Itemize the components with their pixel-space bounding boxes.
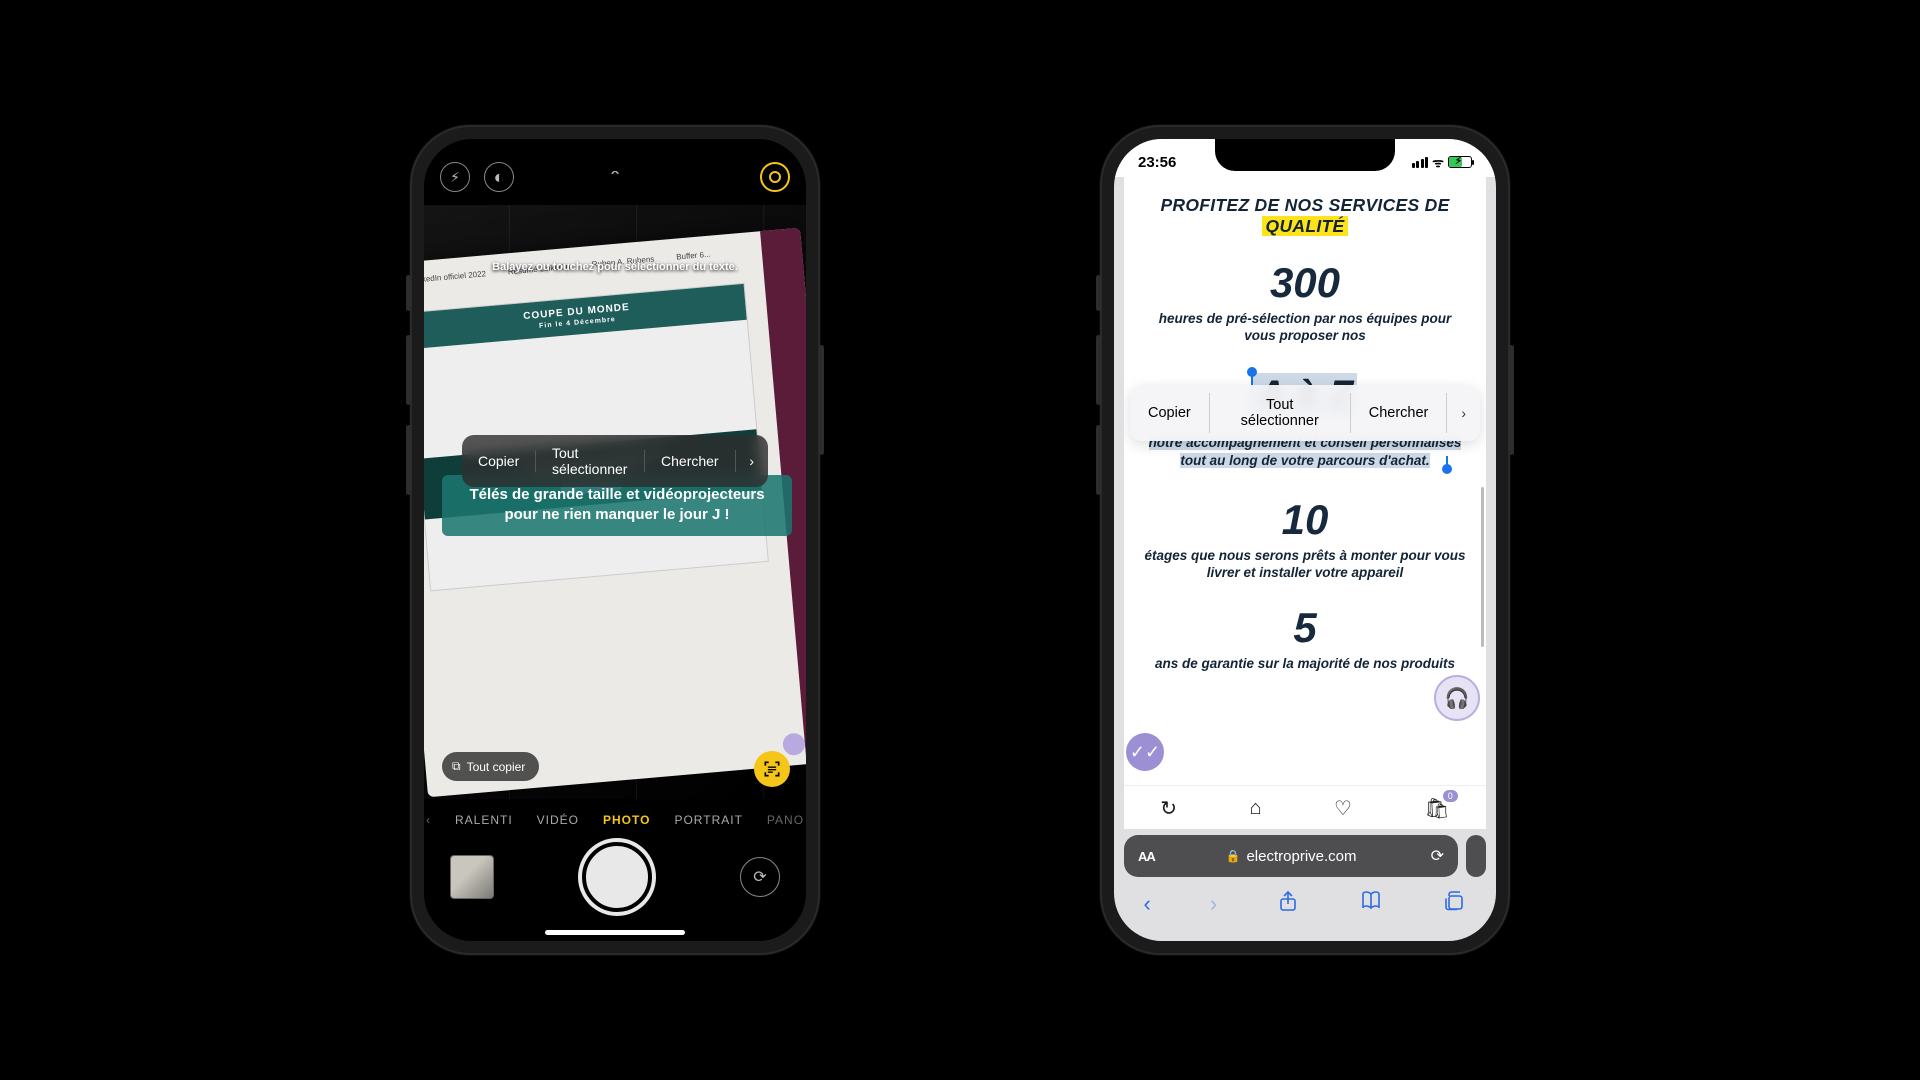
live-photo-icon[interactable] — [760, 162, 790, 192]
camera-app-screen: ● ⚡︎ ◐ ⌃ Post LinkedIn officiel 2022 Rés… — [424, 139, 806, 941]
tab-cart-icon[interactable]: 🛍 0 — [1424, 796, 1449, 821]
headset-icon: 🎧 — [1445, 686, 1470, 711]
url-field[interactable]: AA 🔒 electroprive.com ⟳ — [1124, 835, 1458, 877]
reload-icon[interactable]: ⟳ — [1431, 846, 1444, 866]
safari-url-bar: AA 🔒 electroprive.com ⟳ — [1124, 835, 1486, 877]
tab-favorites-icon[interactable]: ♡ — [1334, 796, 1352, 821]
stat-5-number: 5 — [1144, 604, 1466, 652]
site-tabbar: ↻ ⌂ ♡ 🛍 0 — [1124, 785, 1486, 829]
home-indicator[interactable] — [545, 930, 685, 935]
scroll-indicator[interactable] — [1481, 487, 1484, 647]
menu-more-icon[interactable]: › — [1447, 393, 1480, 433]
url-field-peek[interactable] — [1466, 835, 1486, 877]
tabs-button[interactable] — [1442, 889, 1466, 919]
stat-10-number: 10 — [1144, 496, 1466, 544]
stat-300-text: heures de pré-sélection par nos équipes … — [1144, 311, 1466, 345]
stat-5-text: ans de garantie sur la majorité de nos p… — [1144, 656, 1466, 673]
mode-portrait[interactable]: PORTRAIT — [674, 813, 742, 827]
book-icon — [1359, 889, 1383, 913]
mode-photo[interactable]: PHOTO — [603, 813, 650, 827]
shutter-button[interactable] — [582, 842, 652, 912]
phone-frame-left: ● ⚡︎ ◐ ⌃ Post LinkedIn officiel 2022 Rés… — [410, 125, 820, 955]
bookmarks-button[interactable] — [1359, 889, 1383, 919]
double-check-icon: ✓✓ — [1130, 742, 1160, 763]
menu-copy[interactable]: Copier — [1130, 393, 1209, 433]
tab-home-icon[interactable]: ⌂ — [1249, 797, 1261, 820]
mode-pano[interactable]: PANO — [767, 813, 804, 827]
selected-text-line2: pour ne rien manquer le jour J ! — [456, 505, 778, 525]
selected-text-line1: Télés de grande taille et vidéoprojecteu… — [456, 485, 778, 505]
last-photo-thumbnail[interactable] — [450, 855, 494, 899]
share-button[interactable] — [1276, 889, 1300, 919]
forward-button: › — [1210, 891, 1217, 917]
copy-all-label: Tout copier — [467, 760, 526, 774]
copy-icon: ⧉ — [452, 759, 461, 774]
menu-search[interactable]: Chercher — [645, 443, 735, 479]
live-text-hint: Balayez ou touchez pour sélectionner du … — [424, 261, 806, 273]
url-text: electroprive.com — [1246, 848, 1356, 865]
camera-mode-selector[interactable]: ‹ RALENTI VIDÉO PHOTO PORTRAIT PANO — [424, 807, 806, 831]
lock-icon: 🔒 — [1226, 849, 1241, 863]
menu-more-icon[interactable]: › — [735, 443, 768, 479]
safari-screen: 23:56 ᯤ ⚡︎ PROFITEZ DE NOS SERVICES DE Q… — [1114, 139, 1496, 941]
share-icon — [1276, 889, 1300, 913]
page-heading: PROFITEZ DE NOS SERVICES DE QUALITÉ — [1144, 195, 1466, 237]
back-button[interactable]: ‹ — [1144, 891, 1151, 917]
cellular-signal-icon — [1412, 157, 1429, 168]
cart-badge: 0 — [1443, 790, 1458, 802]
camera-bottom-controls: ⟳ — [424, 831, 806, 941]
flip-camera-button[interactable]: ⟳ — [740, 857, 780, 897]
safari-toolbar: ‹ › — [1114, 883, 1496, 941]
tabs-icon — [1442, 889, 1466, 913]
text-selection-menu: Copier Tout sélectionner Chercher › — [462, 435, 768, 487]
flash-icon[interactable]: ⚡︎ — [440, 162, 470, 192]
live-text-icon — [762, 759, 782, 779]
text-selection-menu: Copier Tout sélectionner Chercher › — [1130, 385, 1480, 441]
camera-viewfinder[interactable]: Post LinkedIn officiel 2022 Résumé Linke… — [424, 205, 806, 799]
status-time: 23:56 — [1138, 154, 1176, 171]
phone-frame-right: 23:56 ᯤ ⚡︎ PROFITEZ DE NOS SERVICES DE Q… — [1100, 125, 1510, 955]
wifi-icon: ᯤ — [1432, 153, 1444, 171]
live-text-toggle-button[interactable] — [754, 751, 790, 787]
menu-copy[interactable]: Copier — [462, 443, 535, 479]
stat-300-number: 300 — [1144, 259, 1466, 307]
stat-10-text: étages que nous serons prêts à monter po… — [1144, 548, 1466, 582]
menu-search[interactable]: Chercher — [1351, 393, 1447, 433]
selection-confirm-badge[interactable]: ✓✓ — [1126, 733, 1164, 771]
mode-scroll-left-icon[interactable]: ‹ — [426, 813, 431, 827]
copy-all-button[interactable]: ⧉ Tout copier — [442, 752, 539, 781]
text-size-button[interactable]: AA — [1138, 849, 1155, 864]
battery-icon: ⚡︎ — [1448, 156, 1472, 168]
night-mode-icon[interactable]: ◐ — [484, 162, 514, 192]
mode-video[interactable]: VIDÉO — [537, 813, 579, 827]
menu-select-all[interactable]: Tout sélectionner — [1210, 385, 1350, 441]
scene-chat-avatar-icon — [782, 732, 806, 756]
webpage-content[interactable]: PROFITEZ DE NOS SERVICES DE QUALITÉ 300 … — [1124, 177, 1486, 785]
chat-fab-button[interactable]: 🎧 — [1434, 675, 1480, 721]
tab-history-icon[interactable]: ↻ — [1160, 796, 1177, 821]
menu-select-all[interactable]: Tout sélectionner — [536, 435, 644, 487]
mode-ralenti[interactable]: RALENTI — [455, 813, 513, 827]
